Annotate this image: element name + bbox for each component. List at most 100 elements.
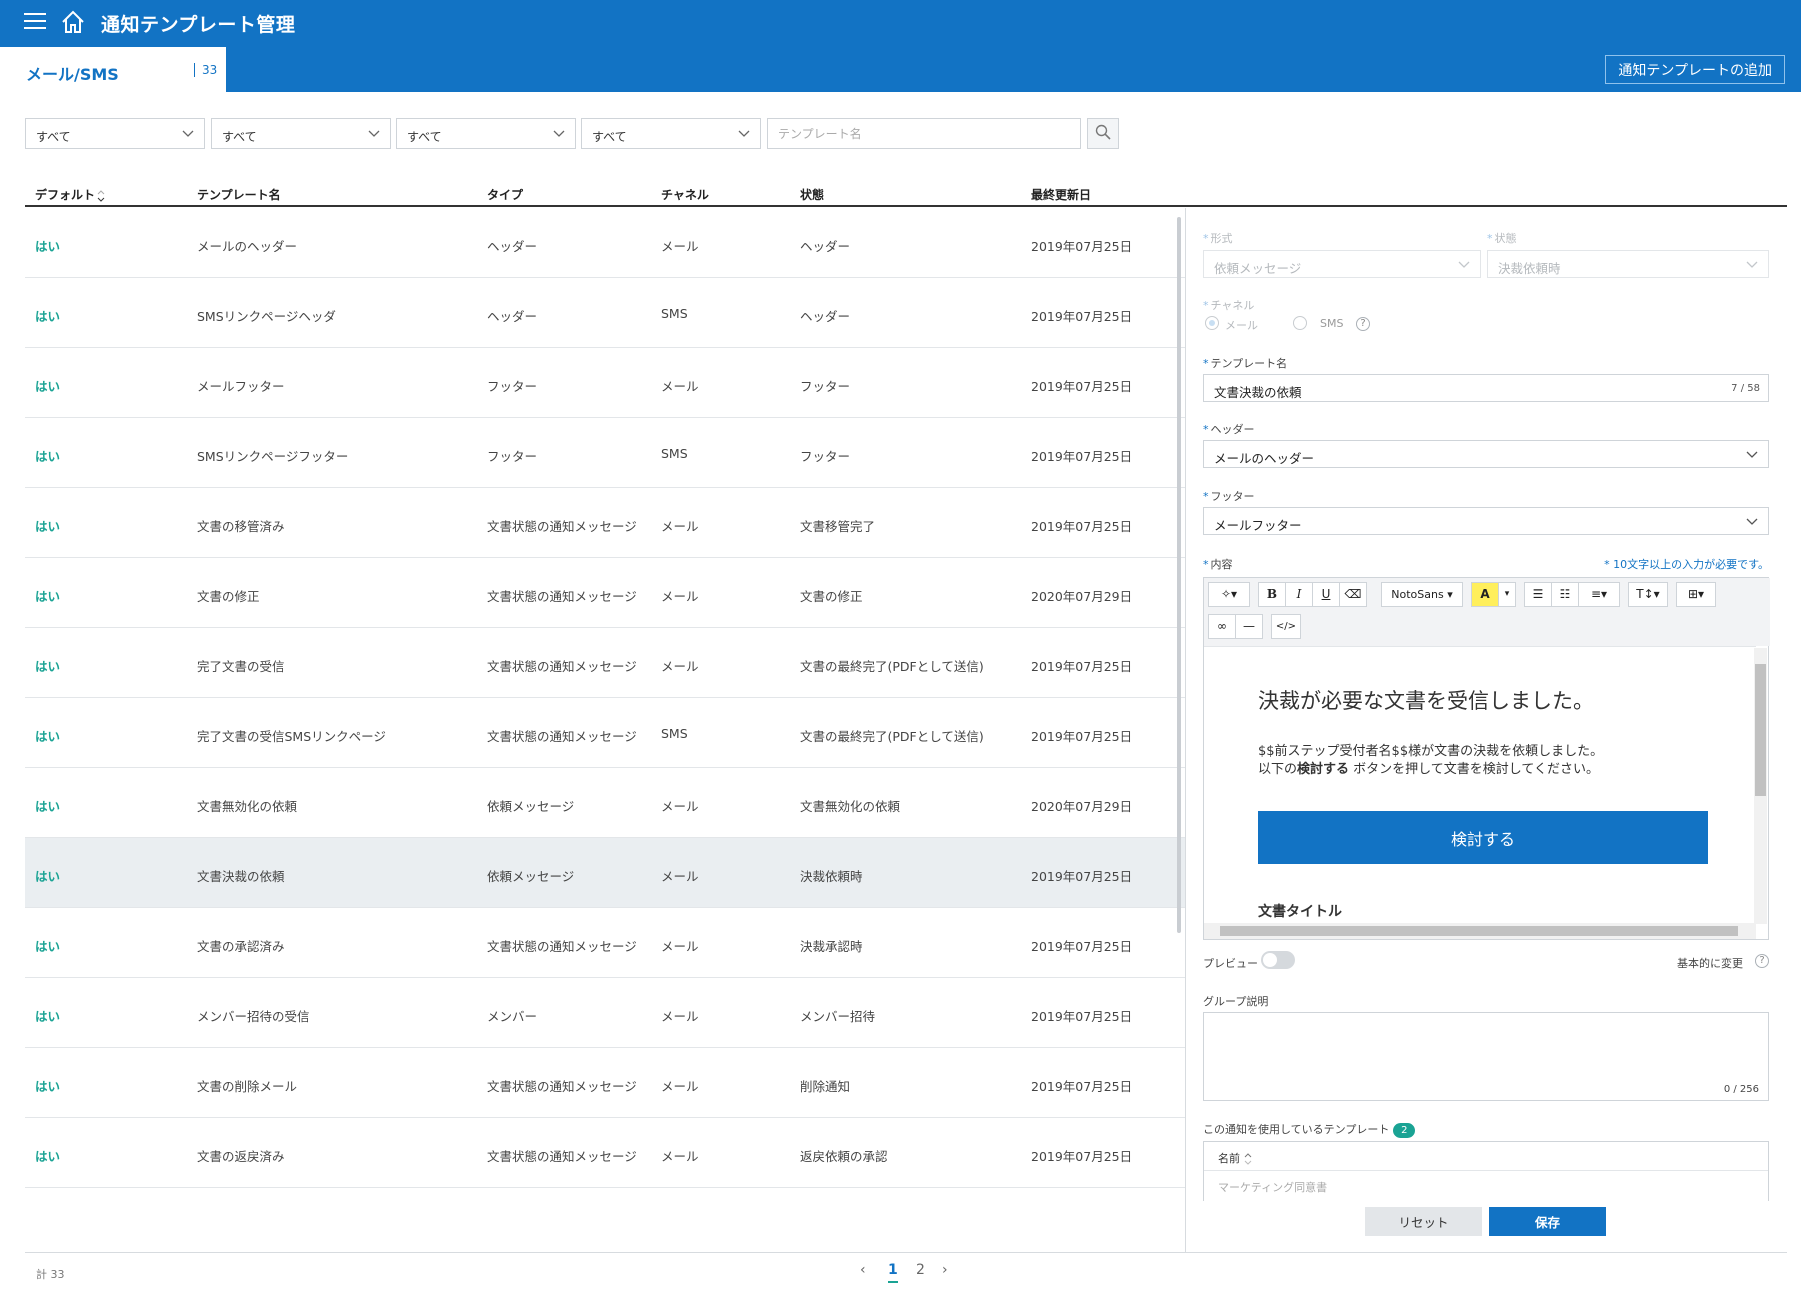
text-color-icon[interactable]: A [1471, 582, 1499, 607]
used-templates-header[interactable]: 名前 [1204, 1142, 1768, 1171]
footer-value: メールフッター [1214, 518, 1302, 533]
cell-status: 文書の修正 [800, 589, 863, 604]
header-select[interactable]: メールのヘッダー [1203, 440, 1769, 468]
link-icon[interactable]: ∞ [1208, 614, 1236, 639]
numbered-list-icon[interactable]: ☷ [1551, 582, 1579, 607]
help-icon[interactable]: ? [1755, 954, 1769, 968]
template-name-input[interactable]: 文書決裁の依頼 7 / 58 [1203, 374, 1769, 402]
filter-select-4[interactable]: すべて [581, 118, 761, 149]
page-2-link[interactable]: 2 [916, 1262, 925, 1278]
status-select: 決裁依頼時 [1487, 250, 1769, 278]
cell-status: メンバー招待 [800, 1009, 876, 1024]
format-value: 依頼メッセージ [1214, 261, 1302, 276]
used-templates-count-badge: 2 [1393, 1122, 1416, 1138]
prev-page-icon[interactable]: ‹ [860, 1262, 866, 1278]
cell-channel: メール [661, 519, 699, 534]
align-icon[interactable]: ≡▾ [1578, 582, 1620, 607]
chevron-down-icon [738, 130, 750, 137]
cell-template-name: SMSリンクページフッター [197, 449, 349, 464]
table-row[interactable]: はい 文書無効化の依頼 依頼メッセージ メール 文書無効化の依頼 2020年07… [25, 768, 1185, 838]
search-button[interactable] [1087, 118, 1119, 149]
reset-default-link[interactable]: 基本的に変更 [1677, 955, 1743, 971]
cell-date: 2019年07月25日 [1031, 519, 1133, 534]
cell-default: はい [35, 519, 61, 534]
chevron-down-icon [1458, 261, 1470, 268]
magic-wand-icon[interactable]: ✧▾ [1208, 582, 1250, 607]
used-templates-row[interactable]: マーケティング同意書 [1204, 1171, 1768, 1201]
cell-default: はい [35, 729, 61, 744]
table-row[interactable]: はい 文書の移管済み 文書状態の通知メッセージ メール 文書移管完了 2019年… [25, 488, 1185, 558]
table-row[interactable]: はい 完了文書の受信 文書状態の通知メッセージ メール 文書の最終完了(PDFと… [25, 628, 1185, 698]
filter-select-2[interactable]: すべて [211, 118, 391, 149]
table-row[interactable]: はい SMSリンクページヘッダ ヘッダー SMS ヘッダー 2019年07月25… [25, 278, 1185, 348]
italic-icon[interactable]: I [1285, 582, 1313, 607]
cell-template-name: メールのヘッダー [197, 239, 298, 254]
used-templates-table: 名前 マーケティング同意書 [1203, 1141, 1769, 1201]
cell-template-name: 完了文書の受信SMSリンクページ [197, 729, 386, 744]
chevron-down-icon [553, 130, 565, 137]
bold-icon[interactable]: B [1258, 582, 1286, 607]
table-row[interactable]: はい 文書の返戻済み 文書状態の通知メッセージ メール 返戻依頼の承認 2019… [25, 1118, 1185, 1188]
table-icon[interactable]: ⊞▾ [1676, 582, 1716, 607]
preview-toggle[interactable] [1261, 951, 1295, 969]
filter-select-1[interactable]: すべて [25, 118, 205, 149]
cell-type: 文書状態の通知メッセージ [487, 589, 637, 604]
text-size-icon[interactable]: T↕▾ [1628, 582, 1668, 607]
filter-select-3[interactable]: すべて [396, 118, 576, 149]
tab-mail-sms[interactable]: メール/SMS 33 [0, 47, 226, 92]
table-scrollbar[interactable] [1177, 217, 1181, 933]
cell-channel: メール [661, 1009, 699, 1024]
font-family-select[interactable]: NotoSans ▾ [1381, 582, 1463, 607]
cell-default: はい [35, 379, 61, 394]
table-row[interactable]: はい 文書の削除メール 文書状態の通知メッセージ メール 削除通知 2019年0… [25, 1048, 1185, 1118]
sort-icon [1244, 1153, 1251, 1165]
table-row[interactable]: はい メンバー招待の受信 メンバー メール メンバー招待 2019年07月25日 [25, 978, 1185, 1048]
hamburger-menu-icon[interactable] [24, 13, 46, 31]
column-last-updated: 最終更新日 [1031, 188, 1092, 202]
next-page-icon[interactable]: › [942, 1262, 948, 1278]
table-row[interactable]: はい 文書決裁の依頼 依頼メッセージ メール 決裁依頼時 2019年07月25日 [25, 838, 1185, 908]
add-template-button[interactable]: 通知テンプレートの追加 [1605, 55, 1785, 84]
underline-icon[interactable]: U [1312, 582, 1340, 607]
preview-label: プレビュー [1203, 957, 1258, 970]
group-description-textarea[interactable] [1203, 1012, 1769, 1101]
table-row[interactable]: はい メールのヘッダー ヘッダー メール ヘッダー 2019年07月25日 [25, 208, 1185, 278]
save-button[interactable]: 保存 [1489, 1207, 1606, 1236]
color-dropdown-icon[interactable]: ▾ [1498, 582, 1516, 607]
editor-vertical-scrollbar[interactable] [1754, 648, 1767, 924]
filter-select-value: すべて [222, 130, 257, 144]
horizontal-rule-icon[interactable]: — [1235, 614, 1263, 639]
bullet-list-icon[interactable]: ☰ [1524, 582, 1552, 607]
table-row[interactable]: はい SMSリンクページフッター フッター SMS フッター 2019年07月2… [25, 418, 1185, 488]
template-name-search-input[interactable] [767, 118, 1081, 149]
cell-template-name: 文書の移管済み [197, 519, 285, 534]
footer-label: * フッター [1203, 490, 1255, 503]
table-row[interactable]: はい 完了文書の受信SMSリンクページ 文書状態の通知メッセージ SMS 文書の… [25, 698, 1185, 768]
cell-type: フッター [487, 379, 538, 394]
cell-channel: メール [661, 239, 699, 254]
column-default[interactable]: デフォルト [35, 186, 105, 203]
code-view-icon[interactable]: </> [1271, 614, 1301, 639]
home-icon[interactable] [60, 10, 86, 34]
editor-content-area[interactable]: 決裁が必要な文書を受信しました。 $$前ステップ受付者名$$様が文書の決裁を依頼… [1204, 646, 1756, 924]
cell-default: はい [35, 449, 61, 464]
chevron-down-icon [368, 130, 380, 137]
list-bottom-border [25, 1252, 1787, 1253]
editor-horizontal-scrollbar[interactable] [1204, 923, 1756, 939]
cell-default: はい [35, 939, 61, 954]
cell-default: はい [35, 239, 61, 254]
eraser-icon[interactable]: ⌫ [1339, 582, 1367, 607]
editor-subheading: 文書タイトル [1258, 904, 1342, 920]
panel-divider [1185, 208, 1186, 1252]
table-row[interactable]: はい 文書の承認済み 文書状態の通知メッセージ メール 決裁承認時 2019年0… [25, 908, 1185, 978]
cell-template-name: 文書の承認済み [197, 939, 285, 954]
channel-option-mail: メール [1225, 319, 1258, 332]
page-1-link[interactable]: 1 [888, 1262, 898, 1283]
table-row[interactable]: はい メールフッター フッター メール フッター 2019年07月25日 [25, 348, 1185, 418]
column-type: タイプ [487, 188, 524, 202]
footer-select[interactable]: メールフッター [1203, 507, 1769, 535]
table-row[interactable]: はい 文書の修正 文書状態の通知メッセージ メール 文書の修正 2020年07月… [25, 558, 1185, 628]
help-icon[interactable]: ? [1356, 317, 1370, 331]
column-status: 状態 [800, 188, 825, 202]
reset-button[interactable]: リセット [1365, 1207, 1482, 1236]
